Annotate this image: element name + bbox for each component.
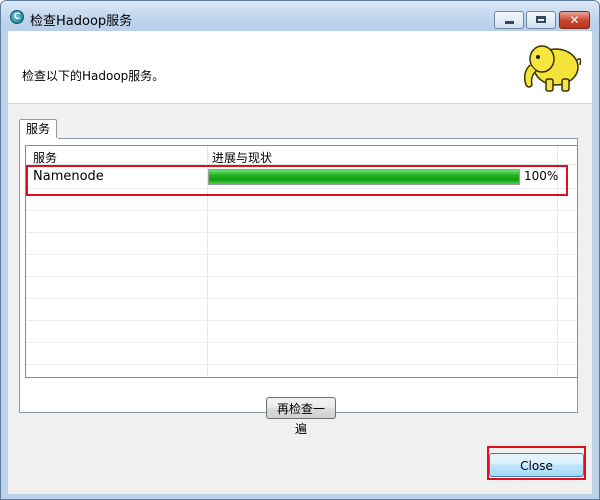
row-divider	[26, 276, 577, 277]
row-divider	[26, 188, 577, 189]
dialog-body: 检查以下的Hadoop服务。 服务 服务 进展与现状 Namenode 100%…	[8, 31, 592, 494]
services-table[interactable]: 服务 进展与现状 Namenode 100%	[25, 145, 578, 378]
row-divider	[26, 254, 577, 255]
window-title: 检查Hadoop服务	[30, 14, 133, 29]
close-button[interactable]: Close	[489, 453, 584, 477]
close-icon: ✕	[569, 13, 580, 27]
header-area: 检查以下的Hadoop服务。	[8, 31, 592, 104]
minimize-button[interactable]	[494, 11, 524, 29]
header-instruction: 检查以下的Hadoop服务。	[22, 69, 165, 83]
recheck-button[interactable]: 再检查一遍	[266, 397, 336, 436]
row-divider	[26, 364, 577, 365]
row-divider	[26, 232, 577, 233]
window-close-button[interactable]: ✕	[559, 11, 590, 29]
row-divider	[26, 298, 577, 299]
progress-bar	[208, 169, 520, 185]
hadoop-elephant-logo	[523, 45, 582, 92]
tab-join	[20, 138, 58, 140]
minimize-icon	[505, 21, 514, 24]
tab-services[interactable]: 服务	[19, 119, 58, 139]
column-header-service[interactable]: 服务	[33, 149, 57, 166]
column-header-progress[interactable]: 进展与现状	[212, 149, 272, 166]
table-header: 服务 进展与现状	[26, 146, 577, 165]
row-divider	[26, 320, 577, 321]
row-divider	[26, 210, 577, 211]
title-bar[interactable]: C 检查Hadoop服务 ✕	[1, 1, 599, 31]
maximize-button[interactable]	[526, 11, 556, 29]
progress-bar-fill	[209, 170, 519, 184]
service-name: Namenode	[33, 169, 104, 184]
progress-percent: 100%	[524, 169, 559, 183]
maximize-icon	[536, 16, 546, 23]
row-divider	[26, 342, 577, 343]
hadoop-tool-icon: C	[10, 10, 24, 24]
dialog-window: C 检查Hadoop服务 ✕ 检查以下的Hadoop服务。 服务 服务 进展与现…	[0, 0, 600, 500]
table-row[interactable]: Namenode 100%	[26, 166, 577, 188]
tab-label: 服务	[26, 122, 51, 136]
